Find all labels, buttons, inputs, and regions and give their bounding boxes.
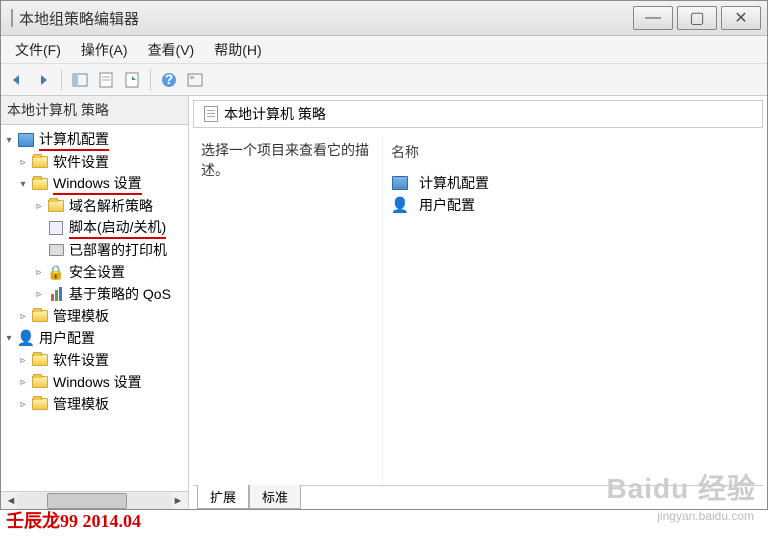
list-item[interactable]: 计算机配置 <box>391 172 755 194</box>
list-column: 名称 计算机配置 👤 用户配置 <box>383 136 763 485</box>
menu-action[interactable]: 操作(A) <box>73 37 136 63</box>
description-column: 选择一个项目来查看它的描述。 <box>193 136 383 485</box>
properties-button[interactable] <box>94 68 118 92</box>
minimize-button[interactable]: — <box>633 6 673 30</box>
menu-view[interactable]: 查看(V) <box>140 37 203 63</box>
help-button[interactable]: ? <box>157 68 181 92</box>
menubar: 文件(F) 操作(A) 查看(V) 帮助(H) <box>1 36 767 64</box>
tree-item[interactable]: ▹基于策略的 QoS <box>1 283 188 305</box>
tree-item[interactable]: ▹管理模板 <box>1 305 188 327</box>
svg-text:?: ? <box>165 72 174 87</box>
tree-root-header[interactable]: 本地计算机 策略 <box>1 96 188 125</box>
tree-item[interactable]: ▹域名解析策略 <box>1 195 188 217</box>
tab-extended[interactable]: 扩展 <box>197 485 249 509</box>
tree-item[interactable]: ▹已部署的打印机 <box>1 239 188 261</box>
tree-item[interactable]: ▹脚本(启动/关机) <box>1 217 188 239</box>
printer-icon <box>47 241 65 259</box>
tree-item[interactable]: ▾Windows 设置 <box>1 173 188 195</box>
export-button[interactable] <box>120 68 144 92</box>
tree-item-label: Windows 设置 <box>53 372 142 392</box>
show-hide-tree-button[interactable] <box>68 68 92 92</box>
tree-item-label: 用户配置 <box>39 328 95 348</box>
window-buttons: — ▢ ✕ <box>633 6 761 30</box>
tree-item-label: 管理模板 <box>53 394 109 414</box>
tree-item-label: 软件设置 <box>53 152 109 172</box>
separator <box>150 69 151 91</box>
folder-icon <box>31 153 49 171</box>
right-pane: 本地计算机 策略 选择一个项目来查看它的描述。 名称 计算机配置 👤 用户配置 扩展… <box>189 96 767 509</box>
tree-item[interactable]: ▹Windows 设置 <box>1 371 188 393</box>
tree-item-label: Windows 设置 <box>53 173 142 195</box>
tree-item[interactable]: ▹软件设置 <box>1 349 188 371</box>
script-icon <box>47 219 65 237</box>
folder-icon <box>31 373 49 391</box>
tree-item[interactable]: ▹软件设置 <box>1 151 188 173</box>
right-header-title: 本地计算机 策略 <box>224 104 326 124</box>
maximize-button[interactable]: ▢ <box>677 6 717 30</box>
tree-item-label: 已部署的打印机 <box>69 240 167 260</box>
folder-icon <box>31 175 49 193</box>
column-header-name[interactable]: 名称 <box>391 140 755 172</box>
user-icon: 👤 <box>17 329 35 347</box>
watermark-text: 壬辰龙99 2014.04 <box>6 507 141 533</box>
app-icon <box>11 10 13 26</box>
menu-file[interactable]: 文件(F) <box>7 37 69 63</box>
tree-item-label: 软件设置 <box>53 350 109 370</box>
chart-icon <box>47 285 65 303</box>
titlebar: 本地组策略编辑器 — ▢ ✕ <box>1 1 767 36</box>
list-item[interactable]: 👤 用户配置 <box>391 194 755 216</box>
right-header: 本地计算机 策略 <box>193 100 763 128</box>
close-button[interactable]: ✕ <box>721 6 761 30</box>
separator <box>61 69 62 91</box>
folder-icon <box>31 395 49 413</box>
security-icon: 🔒 <box>47 263 65 281</box>
list-item-label: 用户配置 <box>419 195 475 215</box>
toolbar: ? <box>1 64 767 96</box>
comp-icon <box>391 174 409 192</box>
tree-item-label: 脚本(启动/关机) <box>69 217 166 239</box>
tree-pane: 本地计算机 策略 ▾计算机配置▹软件设置▾Windows 设置▹域名解析策略▹脚… <box>1 96 189 509</box>
comp-icon <box>17 131 35 149</box>
watermark-brand: Baidu 经验 <box>606 467 756 507</box>
menu-help[interactable]: 帮助(H) <box>206 37 269 63</box>
tree-item[interactable]: ▾计算机配置 <box>1 129 188 151</box>
tree-item[interactable]: ▾👤用户配置 <box>1 327 188 349</box>
watermark-url: jingyan.baidu.com <box>657 509 754 523</box>
tree-item-label: 计算机配置 <box>39 129 109 151</box>
right-body: 选择一个项目来查看它的描述。 名称 计算机配置 👤 用户配置 <box>189 128 767 485</box>
tab-standard[interactable]: 标准 <box>249 485 301 509</box>
doc-icon <box>204 106 218 122</box>
tree-item-label: 域名解析策略 <box>69 196 153 216</box>
user-icon: 👤 <box>391 196 409 214</box>
tree-item-label: 基于策略的 QoS <box>69 284 171 304</box>
forward-button[interactable] <box>31 68 55 92</box>
content-area: 本地计算机 策略 ▾计算机配置▹软件设置▾Windows 设置▹域名解析策略▹脚… <box>1 96 767 509</box>
back-button[interactable] <box>5 68 29 92</box>
folder-icon <box>47 197 65 215</box>
tree-item[interactable]: ▹🔒安全设置 <box>1 261 188 283</box>
filter-button[interactable] <box>183 68 207 92</box>
window: 本地组策略编辑器 — ▢ ✕ 文件(F) 操作(A) 查看(V) 帮助(H) ?… <box>0 0 768 510</box>
window-title: 本地组策略编辑器 <box>19 8 633 29</box>
tree: ▾计算机配置▹软件设置▾Windows 设置▹域名解析策略▹脚本(启动/关机)▹… <box>1 125 188 491</box>
item-list: 计算机配置 👤 用户配置 <box>391 172 755 216</box>
tree-item-label: 安全设置 <box>69 262 125 282</box>
folder-icon <box>31 351 49 369</box>
tree-item-label: 管理模板 <box>53 306 109 326</box>
folder-icon <box>31 307 49 325</box>
list-item-label: 计算机配置 <box>419 173 489 193</box>
tree-item[interactable]: ▹管理模板 <box>1 393 188 415</box>
